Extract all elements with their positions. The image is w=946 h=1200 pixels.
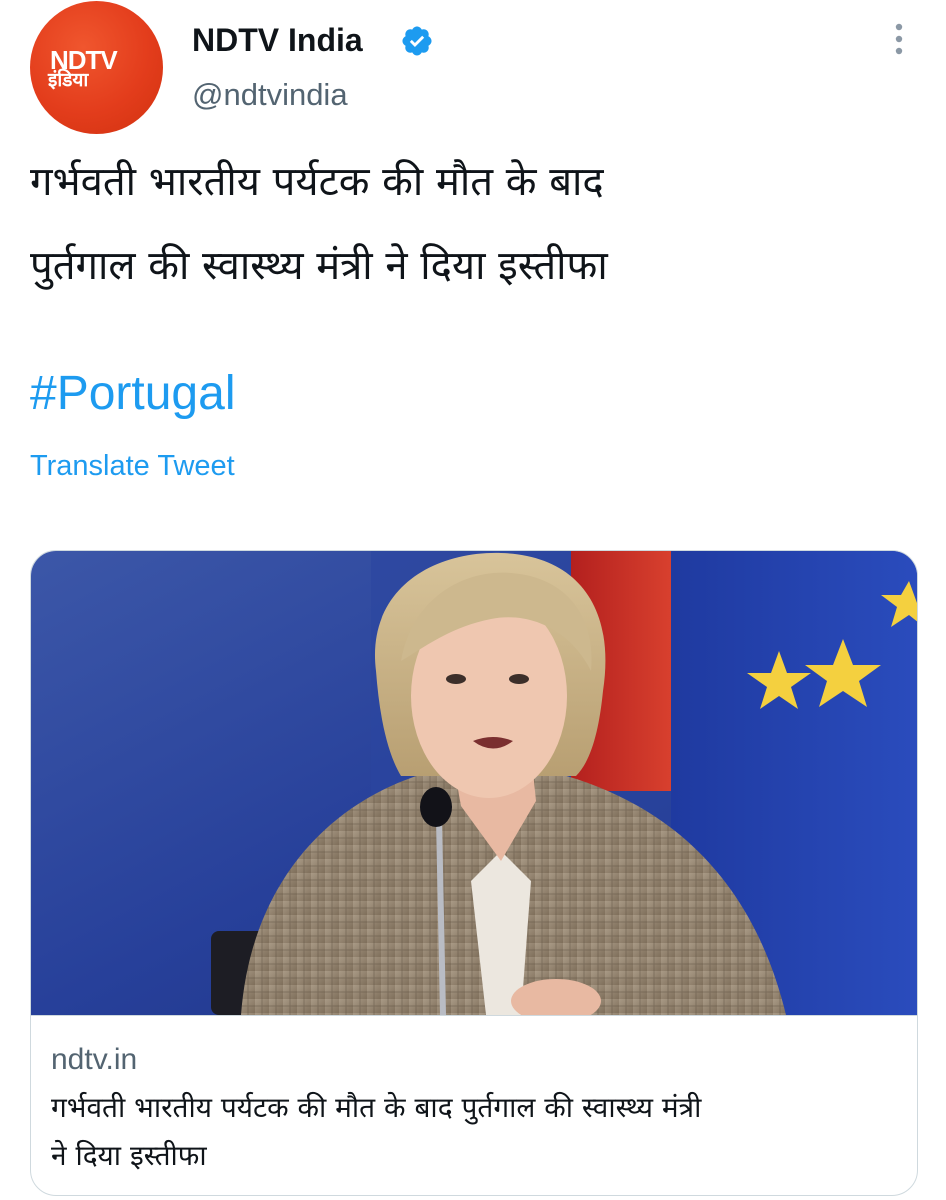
article-photo <box>31 551 917 1015</box>
avatar[interactable]: NDTV इंडिया <box>30 1 163 134</box>
hashtag-link[interactable]: #Portugal <box>30 364 235 424</box>
card-title-line: ने दिया इस्तीफा <box>51 1139 207 1172</box>
link-preview-card[interactable]: ndtv.in गर्भवती भारतीय पर्यटक की मौत के … <box>30 550 918 1196</box>
card-info: ndtv.in गर्भवती भारतीय पर्यटक की मौत के … <box>31 1015 917 1195</box>
ndtv-india-logo: NDTV इंडिया <box>44 43 149 91</box>
author-handle[interactable]: @ndtvindia <box>192 75 348 115</box>
tweet-text: गर्भवती भारतीय पर्यटक की मौत के बाद पुर्… <box>30 140 910 308</box>
verified-badge-icon <box>402 26 432 56</box>
tweet-text-line: गर्भवती भारतीय पर्यटक की मौत के बाद <box>30 159 604 205</box>
card-domain: ndtv.in <box>51 1043 138 1076</box>
tweet-text-line: पुर्तगाल की स्वास्थ्य मंत्री ने दिया इस्… <box>30 243 608 289</box>
more-vertical-icon[interactable] <box>884 18 914 60</box>
avatar-logo-bottom-text: इंडिया <box>48 69 89 91</box>
translate-tweet-link[interactable]: Translate Tweet <box>30 448 235 484</box>
card-title: गर्भवती भारतीय पर्यटक की मौत के बाद पुर्… <box>51 1084 901 1180</box>
card-title-line: गर्भवती भारतीय पर्यटक की मौत के बाद पुर्… <box>51 1091 702 1124</box>
author-display-name[interactable]: NDTV India <box>192 20 363 60</box>
